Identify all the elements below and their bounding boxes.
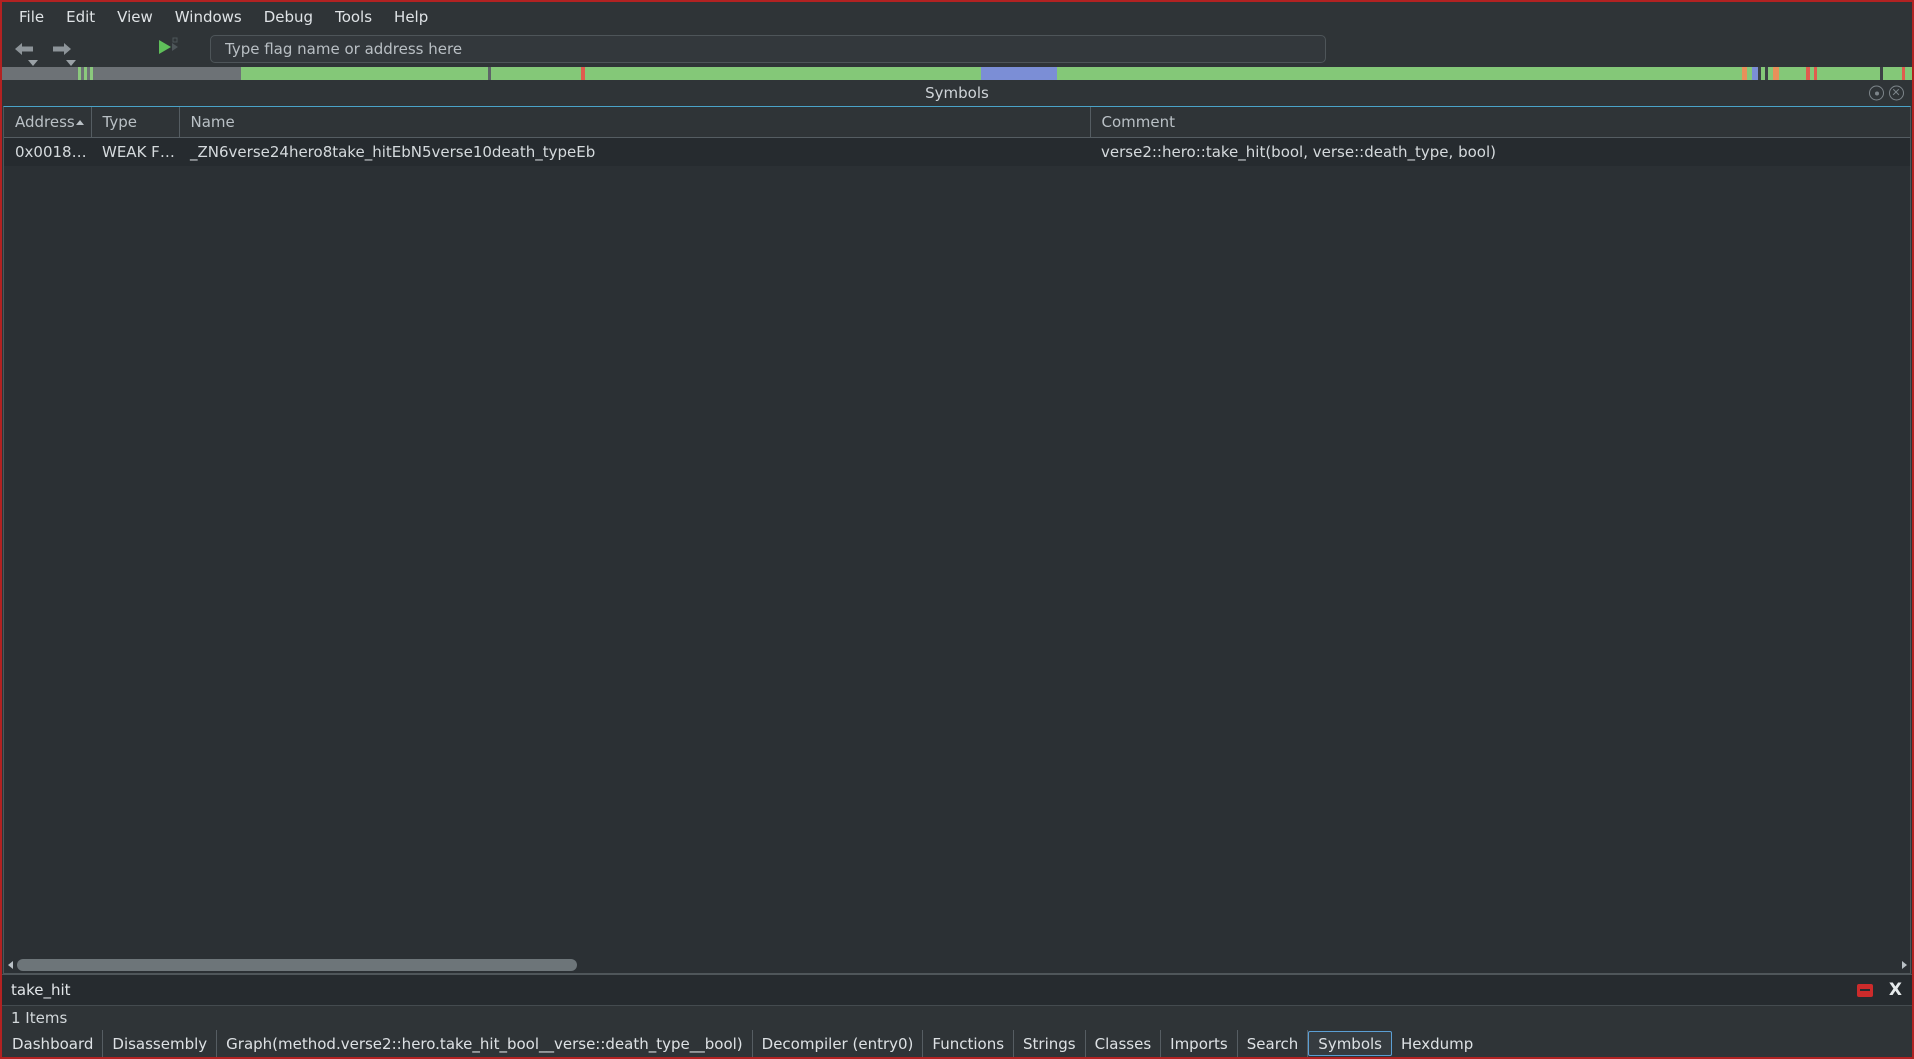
tab-search[interactable]: Search [1238, 1030, 1309, 1057]
scrollbar-track[interactable] [17, 958, 1897, 972]
back-button[interactable] [8, 34, 40, 66]
bottom-tab-bar: Dashboard Disassembly Graph(method.verse… [2, 1030, 1912, 1057]
symbols-panel: Symbols Address Type Name Comment 0x0018… [2, 80, 1912, 974]
horizontal-scrollbar[interactable] [3, 957, 1911, 974]
menu-bar: File Edit View Windows Debug Tools Help [2, 2, 1912, 32]
menu-item-help[interactable]: Help [383, 4, 439, 30]
symbols-table: Address Type Name Comment 0x0018a4c0 WEA… [4, 107, 1910, 166]
strip-segment [241, 67, 488, 80]
symbols-table-container: Address Type Name Comment 0x0018a4c0 WEA… [3, 106, 1911, 957]
strip-segment [1056, 67, 1742, 80]
status-bar: 1 Items [2, 1006, 1912, 1030]
application-window: File Edit View Windows Debug Tools Help [0, 0, 1914, 1059]
binary-overview-strip[interactable] [2, 67, 1912, 80]
tab-functions[interactable]: Functions [923, 1030, 1015, 1057]
strip-segment [1817, 67, 1881, 80]
filter-bar[interactable]: take_hit X [2, 974, 1912, 1006]
column-header-comment[interactable]: Comment [1090, 107, 1910, 138]
chevron-down-icon[interactable] [66, 60, 76, 66]
column-header-address[interactable]: Address [4, 107, 92, 138]
strip-segment [93, 67, 242, 80]
strip-segment [585, 67, 982, 80]
forward-button[interactable] [46, 34, 78, 66]
strip-segment [1778, 67, 1806, 80]
table-header-row: Address Type Name Comment [4, 107, 1910, 138]
panel-options-icon[interactable] [1869, 85, 1884, 101]
table-empty-space [4, 166, 1910, 957]
table-header: Address Type Name Comment [4, 107, 1910, 138]
table-row[interactable]: 0x0018a4c0 WEAK FUNC _ZN6verse24hero8tak… [4, 137, 1910, 166]
cell-comment: verse2::hero::take_hit(bool, verse::deat… [1090, 137, 1910, 166]
scrollbar-thumb[interactable] [17, 959, 577, 971]
strip-segment [2, 67, 78, 80]
scroll-right-icon[interactable] [1897, 958, 1910, 972]
menu-item-debug[interactable]: Debug [253, 4, 324, 30]
menu-item-view[interactable]: View [106, 4, 164, 30]
column-header-type[interactable]: Type [91, 107, 180, 138]
sort-ascending-icon [75, 120, 84, 125]
arrow-left-icon [13, 41, 35, 57]
tab-classes[interactable]: Classes [1086, 1030, 1162, 1057]
menu-item-edit[interactable]: Edit [55, 4, 106, 30]
tab-decompiler[interactable]: Decompiler (entry0) [753, 1030, 924, 1057]
tab-imports[interactable]: Imports [1161, 1030, 1238, 1057]
clear-filter-icon[interactable] [1856, 983, 1873, 997]
main-toolbar [2, 32, 1912, 66]
strip-segment [1905, 67, 1912, 80]
flag-search-container [210, 35, 1326, 63]
run-debug-button[interactable] [156, 36, 182, 62]
panel-close-icon[interactable] [1889, 85, 1904, 101]
panel-title-label: Symbols [925, 84, 989, 102]
table-body: 0x0018a4c0 WEAK FUNC _ZN6verse24hero8tak… [4, 137, 1910, 166]
arrow-right-icon [51, 41, 73, 57]
menu-item-tools[interactable]: Tools [324, 4, 383, 30]
strip-segment [1883, 67, 1903, 80]
tab-hexdump[interactable]: Hexdump [1392, 1030, 1482, 1057]
menu-item-windows[interactable]: Windows [164, 4, 253, 30]
filter-input[interactable]: take_hit [11, 981, 71, 999]
column-header-name[interactable]: Name [179, 107, 1091, 138]
tab-disassembly[interactable]: Disassembly [103, 1030, 218, 1057]
tab-graph[interactable]: Graph(method.verse2::hero.take_hit_bool_… [217, 1030, 753, 1057]
strip-segment [490, 67, 582, 80]
scroll-left-icon[interactable] [4, 958, 17, 972]
tab-symbols[interactable]: Symbols [1308, 1031, 1392, 1056]
column-header-address-label: Address [15, 113, 75, 131]
tab-dashboard[interactable]: Dashboard [3, 1030, 104, 1057]
menu-item-file[interactable]: File [8, 4, 55, 30]
cell-name: _ZN6verse24hero8take_hitEbN5verse10death… [179, 137, 1090, 166]
tab-strings[interactable]: Strings [1014, 1030, 1086, 1057]
cell-type: WEAK FUNC [91, 137, 179, 166]
strip-segment [981, 67, 1057, 80]
play-icon [157, 37, 181, 61]
close-filter-icon[interactable]: X [1889, 981, 1902, 999]
panel-title-actions [1869, 85, 1904, 101]
cell-address: 0x0018a4c0 [4, 137, 91, 166]
panel-title-bar: Symbols [2, 80, 1912, 106]
item-count-label: 1 Items [11, 1009, 68, 1027]
filter-actions: X [1856, 981, 1902, 999]
chevron-down-icon[interactable] [28, 60, 38, 66]
flag-search-input[interactable] [210, 35, 1326, 63]
